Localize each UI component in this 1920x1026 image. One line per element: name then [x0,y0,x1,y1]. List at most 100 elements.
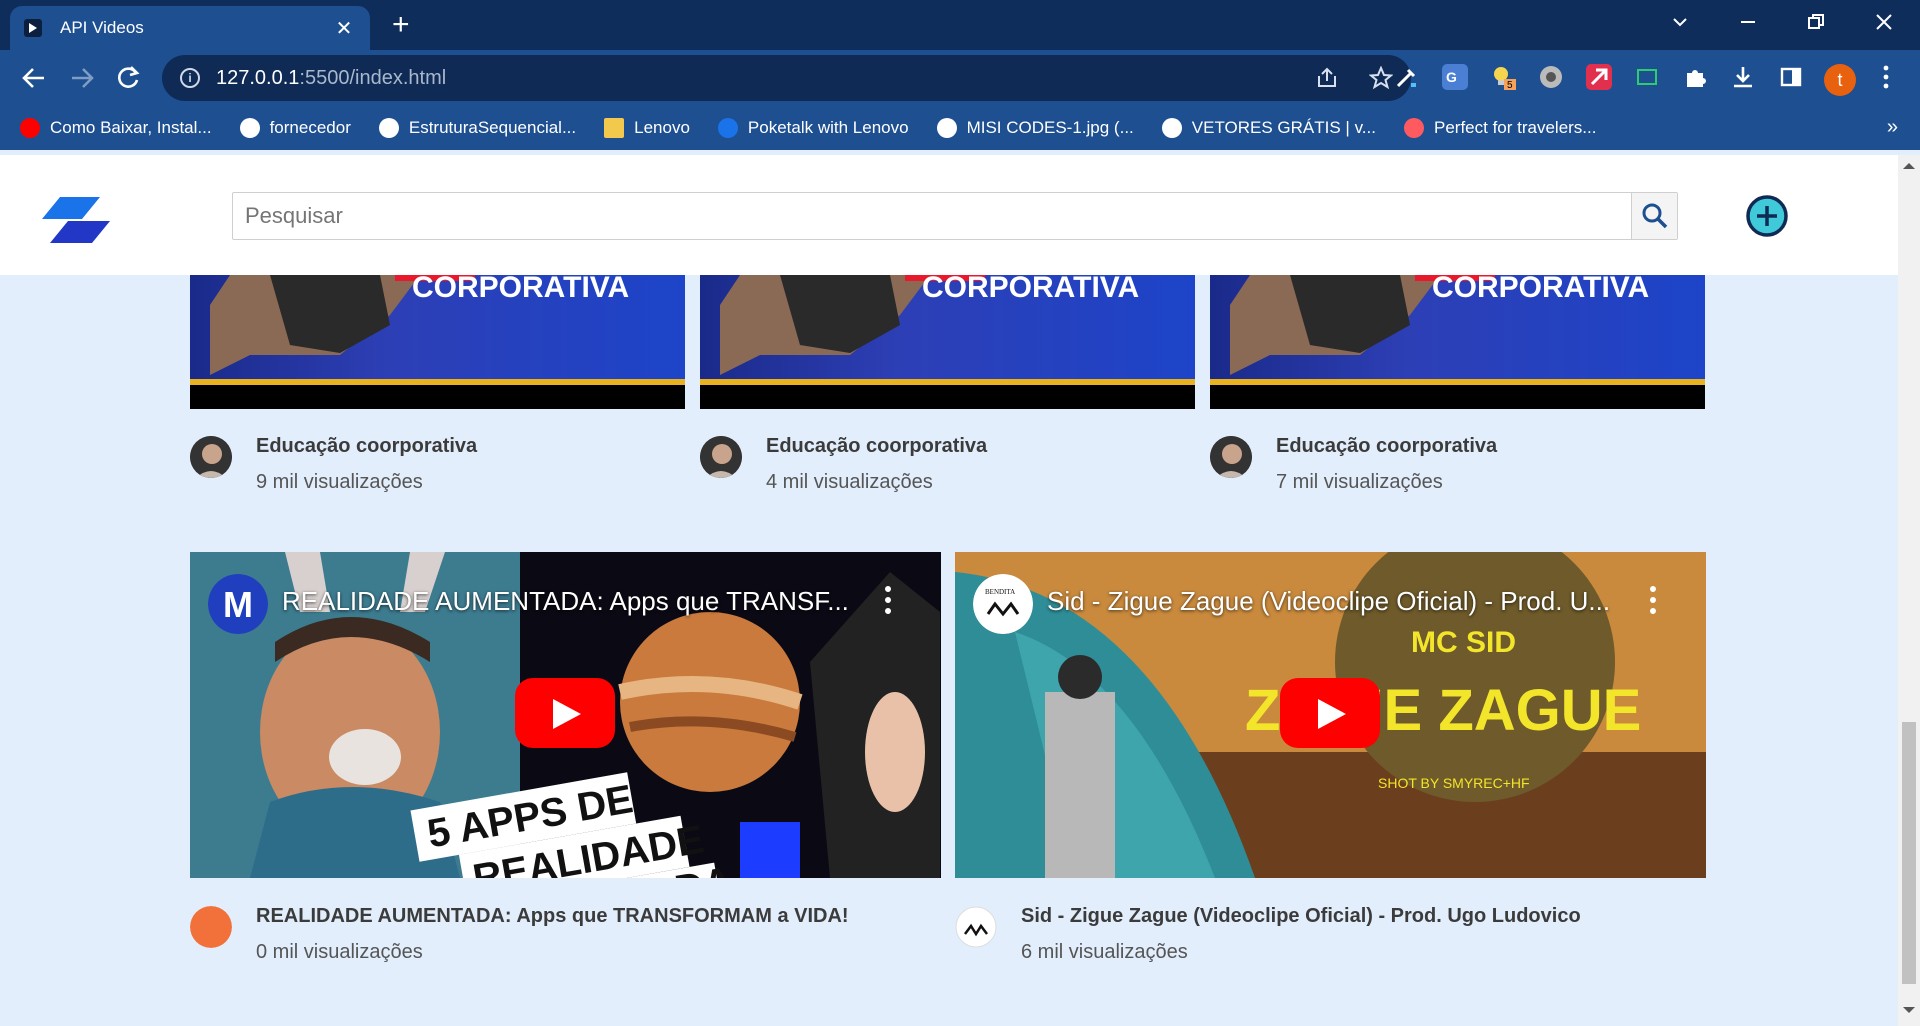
bookmark-item[interactable]: Poketalk with Lenovo [717,118,909,138]
search-button[interactable] [1631,193,1677,239]
thumbnail-text: CORPORATIVA [922,275,1139,304]
tab-close-icon[interactable]: ✕ [332,16,356,41]
avatar-image [190,906,232,948]
color-picker-extension-icon[interactable] [1394,64,1420,90]
svg-text:G: G [1446,69,1457,85]
share-icon[interactable] [1315,66,1339,90]
thumbnail-text: CORPORATIVA [1432,275,1649,304]
globe-icon [378,118,399,138]
video-thumbnail[interactable]: CORPORATIVA [700,275,1195,409]
channel-avatar[interactable] [1210,436,1252,478]
play-button[interactable] [1280,678,1380,748]
browser-tab-strip: API Videos ✕ + [0,0,1920,50]
download-icon[interactable] [1730,64,1756,90]
thumbnail-image: CORPORATIVA [1210,275,1705,385]
screenshot-extension-icon[interactable] [1634,64,1660,90]
add-video-button[interactable] [1745,194,1789,238]
video-title[interactable]: Sid - Zigue Zague (Videoclipe Oficial) -… [1021,905,1581,928]
bookmark-item[interactable]: Lenovo [604,118,690,138]
search-bar [232,192,1678,240]
menu-kebab-icon[interactable] [1880,64,1906,90]
lightbulb-extension-icon[interactable]: 5 [1490,64,1516,91]
embed-title[interactable]: REALIDADE AUMENTADA: Apps que TRANSF... [282,586,849,617]
extension-badge: 5 [1507,80,1513,90]
channel-logo-icon[interactable]: M [208,574,268,634]
profile-avatar[interactable]: t [1824,64,1856,96]
embed-menu-icon[interactable] [885,586,891,614]
video-title[interactable]: REALIDADE AUMENTADA: Apps que TRANSFORMA… [256,905,849,928]
video-title[interactable]: Educação coorporativa [256,435,477,458]
overlay-text: SHOT BY SMYREC+HF [1378,775,1530,791]
youtube-embed[interactable]: MC SID ZIGUE ZAGUE SHOT BY SMYREC+HF BEN… [955,552,1706,878]
side-panel-icon[interactable] [1778,64,1804,90]
channel-logo-icon[interactable]: BENDITA [973,574,1033,634]
tab-search-icon[interactable] [1670,12,1690,32]
play-button[interactable] [515,678,615,748]
globe-icon [239,118,260,138]
globe-icon [936,118,957,138]
bookmark-label: Lenovo [634,118,690,137]
tab-title: API Videos [60,18,144,37]
forward-arrow-icon[interactable] [68,64,96,92]
bookmark-star-icon[interactable] [1369,66,1393,90]
browser-tab[interactable]: API Videos ✕ [10,6,370,50]
close-window-icon[interactable] [1874,12,1894,32]
site-logo[interactable] [38,197,114,243]
channel-avatar[interactable] [955,906,997,948]
bookmark-item[interactable]: Como Baixar, Instal... [20,118,212,138]
arrow-extension-icon[interactable] [1586,64,1612,90]
video-title[interactable]: Educação coorporativa [766,435,987,458]
overlay-text: MC SID [1411,626,1516,659]
channel-avatar[interactable] [190,436,232,478]
browser-toolbar: i 127.0.0.1:5500/index.html G 5 t [0,50,1920,106]
search-input[interactable] [233,193,1631,239]
bookmark-label: Como Baixar, Instal... [50,118,212,137]
bookmark-label: MISI CODES-1.jpg (... [966,118,1134,137]
site-info-icon[interactable]: i [180,68,200,88]
address-bar[interactable]: i 127.0.0.1:5500/index.html [162,55,1411,101]
bookmark-item[interactable]: VETORES GRÁTIS | v... [1161,118,1376,138]
avatar-image [190,436,232,478]
bookmark-item[interactable]: fornecedor [239,118,351,138]
channel-initial: M [223,584,253,625]
new-tab-button[interactable]: + [392,10,410,40]
bookmarks-overflow-icon[interactable]: » [1887,116,1898,139]
bookmark-item[interactable]: MISI CODES-1.jpg (... [936,118,1134,138]
avatar-image [1210,436,1252,478]
translate-extension-icon[interactable]: G [1442,64,1468,90]
s-icon [717,118,738,138]
bookmark-item[interactable]: EstruturaSequencial... [378,118,577,138]
youtube-embed[interactable]: 5 APPS DE REALIDADE AUMENTADA M REALIDAD… [190,552,941,878]
page-scrollbar[interactable] [1898,155,1920,1026]
channel-avatar[interactable] [190,906,232,948]
play-icon [553,699,581,729]
bookmark-label: EstruturaSequencial... [408,118,577,137]
youtube-icon [20,118,40,138]
bookmark-label: Perfect for travelers... [1433,118,1597,137]
video-views: 0 mil visualizações [256,941,423,963]
scroll-down-arrow-icon[interactable] [1903,1007,1915,1013]
reload-icon[interactable] [114,64,142,92]
channel-avatar[interactable] [700,436,742,478]
puzzle-extensions-icon[interactable] [1682,64,1708,90]
video-thumbnail[interactable]: CORPORATIVA [190,275,685,409]
video-favicon-icon [24,19,42,37]
channel-initial: BENDITA [985,588,1015,596]
bookmark-item[interactable]: Perfect for travelers... [1403,118,1597,138]
embed-title[interactable]: Sid - Zigue Zague (Videoclipe Oficial) -… [1047,586,1610,617]
folder-icon [604,118,625,138]
back-arrow-icon[interactable] [20,64,48,92]
bookmark-label: Poketalk with Lenovo [747,118,909,137]
video-title[interactable]: Educação coorporativa [1276,435,1497,458]
record-extension-icon[interactable] [1538,64,1564,90]
video-views: 6 mil visualizações [1021,941,1188,963]
thumbnail-image: CORPORATIVA [190,275,685,385]
search-icon [1642,203,1667,229]
embed-menu-icon[interactable] [1650,586,1656,614]
bookmark-label: fornecedor [269,118,351,137]
video-thumbnail[interactable]: CORPORATIVA [1210,275,1705,409]
minimize-icon[interactable] [1738,12,1758,32]
scrollbar-thumb[interactable] [1902,722,1916,984]
restore-icon[interactable] [1806,12,1826,32]
scroll-up-arrow-icon[interactable] [1903,163,1915,169]
